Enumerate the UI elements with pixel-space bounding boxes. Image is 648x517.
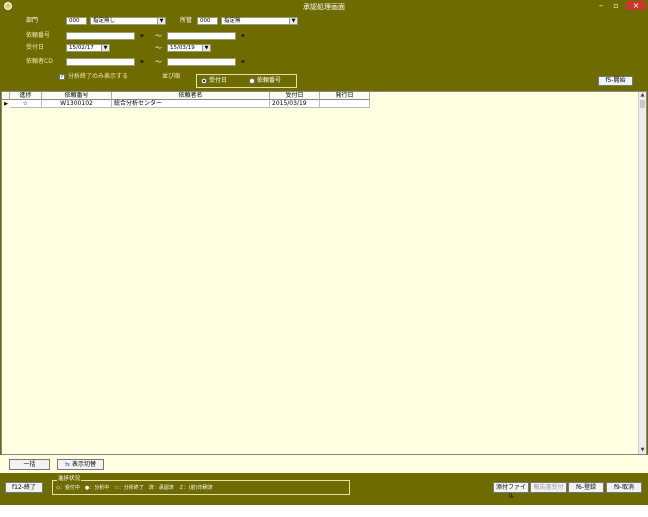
chevron-down-icon[interactable]: ▼ [289, 18, 297, 24]
only-finished-label: 分析終了のみ表示する [68, 73, 129, 80]
minimize-icon[interactable]: – [594, 1, 608, 10]
column-header-hakko[interactable]: 発行日 [320, 92, 370, 100]
column-header-status[interactable]: 進捗 [10, 92, 42, 100]
date-from-value: 15/02/17 [69, 45, 94, 51]
ikkatsu-button[interactable]: 一括 [9, 459, 50, 470]
cell-uketsuke[interactable]: 2015/03/19 [270, 100, 320, 108]
lower-toolbar: 一括 ⇆ 表示切替 [0, 455, 648, 473]
row-header-corner [2, 92, 10, 100]
irai-no-from-input[interactable] [66, 32, 135, 40]
range-tilde: ～ [155, 58, 162, 66]
progress-legend: 進捗状況 ◇：受付中 ●：分析中 ☆：分析終了 済：承認済 Ｚ：(前)印刷済 [52, 476, 350, 495]
close-icon[interactable]: × [626, 1, 646, 10]
binoculars-icon[interactable]: ⚭ [139, 58, 145, 66]
start-button[interactable]: f5-開始 [598, 76, 633, 86]
column-header-uketsuke[interactable]: 受付日 [270, 92, 320, 100]
scroll-up-icon[interactable]: ▲ [639, 92, 646, 99]
date-from-picker[interactable]: 15/02/17 ▼ [66, 44, 110, 52]
cell-irai-no[interactable]: W1300102 [42, 100, 112, 108]
exit-button[interactable]: f12-終了 [5, 482, 43, 493]
binoculars-icon[interactable]: ⚭ [240, 32, 246, 40]
bumon-label: 部門 [26, 17, 39, 24]
column-header-irai-no[interactable]: 依頼番号 [42, 92, 112, 100]
bumon-select[interactable]: 指定無し ▼ [90, 17, 166, 25]
report-button[interactable]: 報告書受付 [530, 482, 567, 493]
legend-text: ◇：受付中 ●：分析中 ☆：分析終了 済：承認済 Ｚ：(前)印刷済 [56, 485, 213, 491]
range-tilde: ～ [155, 32, 162, 40]
refresh-icon: ⇆ [65, 461, 71, 468]
shokan-label: 所管 [180, 17, 193, 24]
cell-hakko[interactable] [320, 100, 370, 108]
sort-radio-group: 受付日 依頼番号 [196, 74, 297, 88]
sort-radio-irai-no[interactable] [249, 78, 255, 84]
binoculars-icon[interactable]: ⚭ [240, 58, 246, 66]
chevron-down-icon[interactable]: ▼ [157, 18, 165, 24]
date-to-picker[interactable]: 15/03/19 ▼ [167, 44, 211, 52]
sort-radio-uketsuke[interactable] [201, 78, 207, 84]
bumon-code-input[interactable]: 000 [66, 17, 87, 25]
toggle-view-button[interactable]: ⇆ 表示切替 [57, 459, 104, 470]
maximize-icon[interactable]: ▫ [609, 1, 623, 10]
chevron-down-icon[interactable]: ▼ [202, 45, 210, 51]
window-title: 承認処理画面 [303, 3, 345, 11]
results-table: 進捗 依頼番号 依頼者名 受付日 発行日 ▶ ☆ W1300102 総合分析セン… [1, 91, 647, 455]
shokan-code-input[interactable]: 000 [197, 17, 218, 25]
scroll-thumb[interactable] [640, 100, 645, 108]
uketsuke-label: 受付日 [26, 44, 45, 51]
iraisha-to-input[interactable] [167, 58, 236, 66]
only-finished-checkbox[interactable]: ✓ [59, 74, 65, 80]
irai-no-label: 依頼番号 [26, 32, 51, 39]
legend-title: 進捗状況 [57, 476, 82, 483]
attachment-button[interactable]: 添付ファイル [493, 482, 529, 500]
shokan-select-value: 指定無 [224, 18, 241, 24]
main-window: 承認処理画面 – ▫ × 部門 000 指定無し ▼ 所管 000 指定無 ▼ … [0, 0, 648, 505]
cancel-button[interactable]: f9-取消 [606, 482, 642, 493]
iraisha-label: 依頼者CD [26, 58, 53, 65]
date-to-value: 15/03/19 [170, 45, 195, 51]
register-button[interactable]: f6-登録 [568, 482, 604, 493]
chevron-down-icon[interactable]: ▼ [101, 45, 109, 51]
vertical-scrollbar[interactable]: ▲ ▼ [638, 92, 646, 454]
scroll-down-icon[interactable]: ▼ [639, 447, 646, 454]
bumon-select-value: 指定無し [93, 18, 116, 24]
cell-status[interactable]: ☆ [10, 100, 42, 108]
irai-no-to-input[interactable] [167, 32, 236, 40]
sort-label: 並び順 [162, 73, 181, 80]
toggle-view-label: 表示切替 [71, 461, 96, 468]
column-header-name[interactable]: 依頼者名 [112, 92, 270, 100]
binoculars-icon[interactable]: ⚭ [139, 32, 145, 40]
shokan-select[interactable]: 指定無 ▼ [221, 17, 298, 25]
iraisha-from-input[interactable] [66, 58, 135, 66]
row-pointer-icon: ▶ [4, 101, 8, 107]
title-bar: 承認処理画面 – ▫ × [0, 0, 648, 12]
range-tilde: ～ [155, 44, 162, 52]
cell-name[interactable]: 総合分析センター [112, 100, 270, 108]
sort-option-irai-no: 依頼番号 [257, 77, 282, 84]
sort-option-uketsuke: 受付日 [209, 77, 228, 84]
